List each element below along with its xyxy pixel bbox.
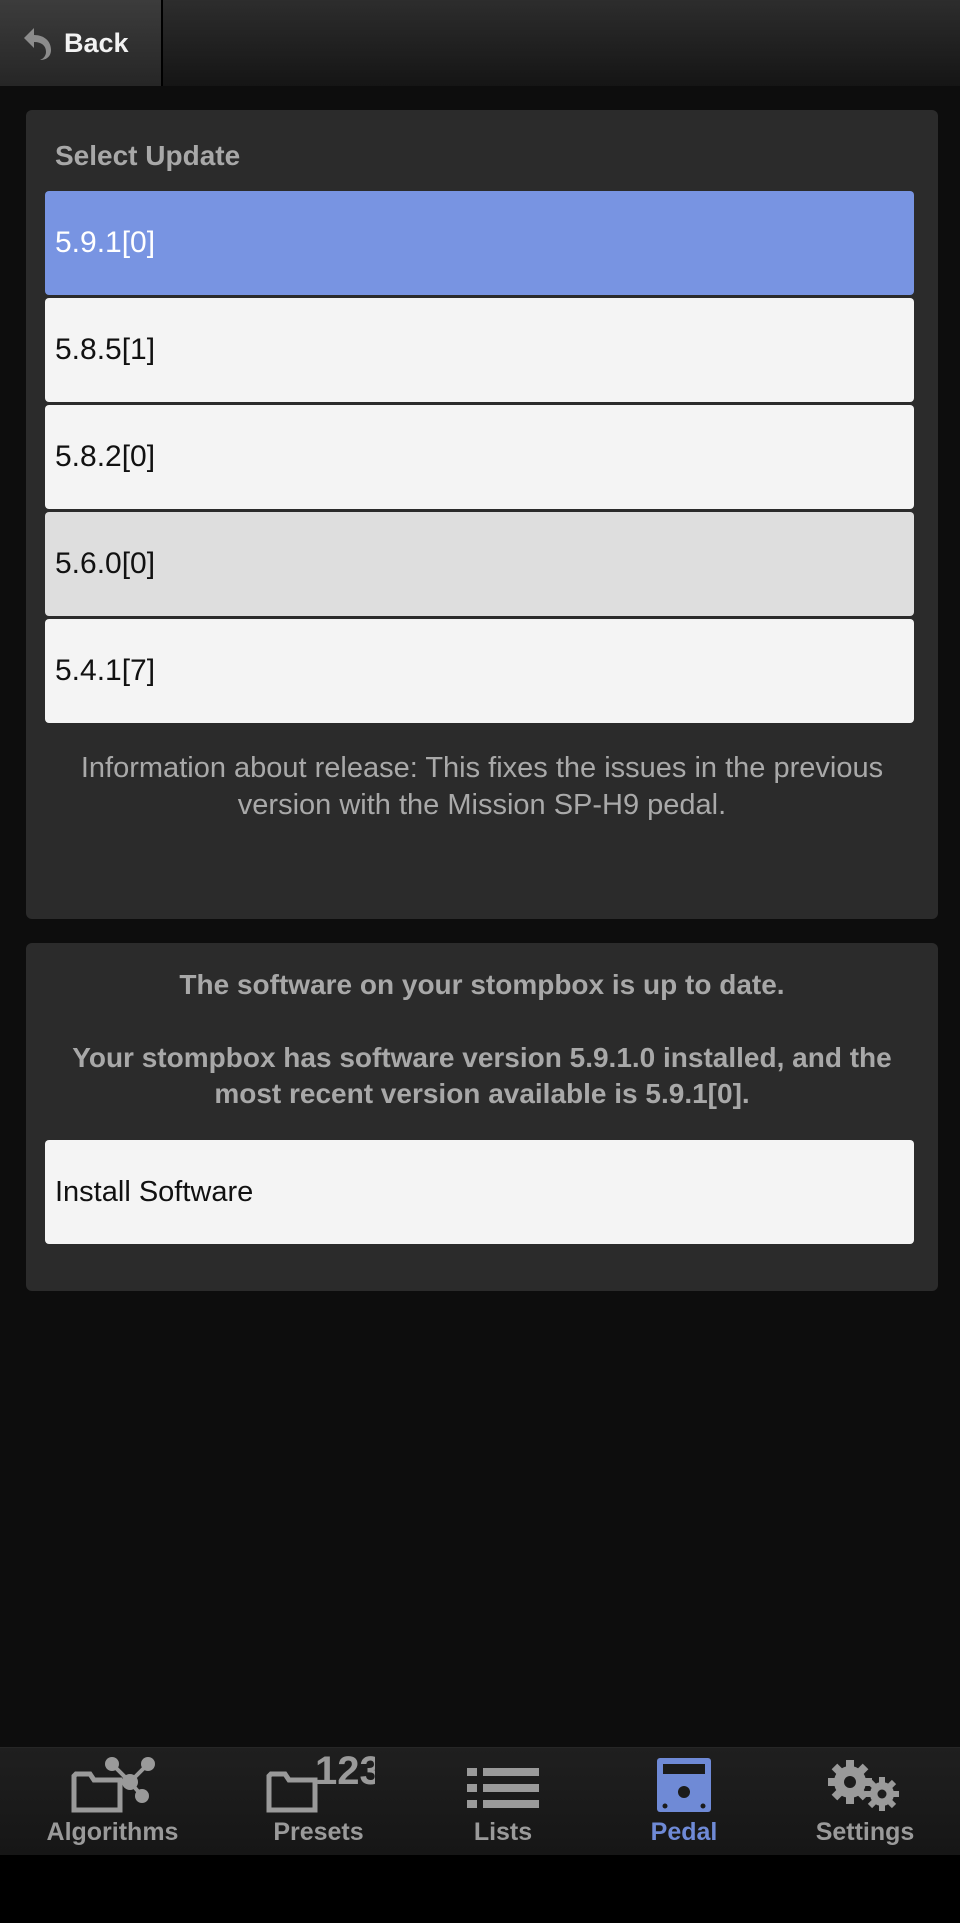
version-label: 5.8.5[1] — [55, 333, 156, 366]
tab-algorithms[interactable]: Algorithms — [40, 1748, 185, 1855]
version-item[interactable]: 5.4.1[7] — [45, 619, 914, 723]
version-item[interactable]: 5.6.0[0] — [45, 512, 914, 616]
tab-label: Lists — [473, 1818, 533, 1846]
version-item[interactable]: 5.8.5[1] — [45, 298, 914, 402]
tab-label: Presets — [273, 1818, 364, 1846]
algorithms-icon — [68, 1748, 158, 1814]
tab-label: Algorithms — [46, 1818, 179, 1846]
version-item[interactable]: 5.8.2[0] — [45, 405, 914, 509]
software-status-panel: The software on your stompbox is up to d… — [26, 943, 938, 1291]
tab-label: Settings — [815, 1818, 915, 1846]
status-title: The software on your stompbox is up to d… — [179, 969, 785, 1000]
install-software-label: Install Software — [55, 1175, 254, 1208]
settings-icon — [824, 1748, 906, 1814]
select-update-title: Select Update — [55, 140, 241, 171]
top-bar: Back — [0, 0, 960, 86]
bottom-strip — [0, 1855, 960, 1923]
install-software-button[interactable]: Install Software — [45, 1140, 914, 1244]
undo-arrow-icon — [22, 23, 56, 63]
back-label: Back — [64, 27, 129, 58]
select-update-panel: Select Update 5.9.1[0] 5.8.5[1] 5.8.2[0]… — [26, 110, 938, 919]
version-label: 5.4.1[7] — [55, 654, 156, 687]
version-label: 5.9.1[0] — [55, 226, 156, 259]
release-info-text: Information about release: This fixes th… — [80, 752, 884, 821]
back-button[interactable]: Back — [0, 0, 163, 86]
tab-pedal[interactable]: Pedal — [636, 1748, 732, 1855]
svg-text:123: 123 — [315, 1752, 375, 1793]
version-item[interactable]: 5.9.1[0] — [45, 191, 914, 295]
version-label: 5.8.2[0] — [55, 440, 156, 473]
version-label: 5.6.0[0] — [55, 547, 156, 580]
presets-icon: 123 — [263, 1748, 375, 1814]
tab-label: Pedal — [650, 1818, 718, 1846]
bottom-tab-bar: Algorithms 123 Presets Lists Pedal Setti… — [0, 1747, 960, 1855]
version-list: 5.9.1[0] 5.8.5[1] 5.8.2[0] 5.6.0[0] 5.4.… — [45, 191, 914, 726]
tab-settings[interactable]: Settings — [800, 1748, 930, 1855]
tab-presets[interactable]: 123 Presets — [256, 1748, 381, 1855]
tab-lists[interactable]: Lists — [455, 1748, 551, 1855]
lists-icon — [465, 1748, 541, 1814]
pedal-icon — [655, 1748, 713, 1814]
status-detail: Your stompbox has software version 5.9.1… — [72, 1042, 892, 1109]
